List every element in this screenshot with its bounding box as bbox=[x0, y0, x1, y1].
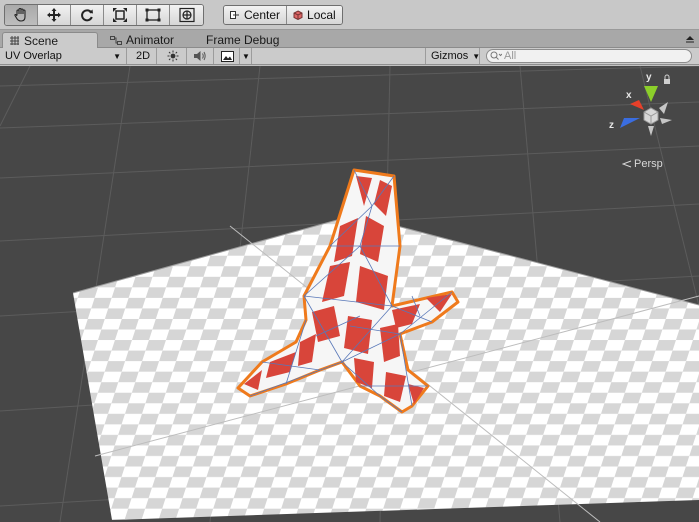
pivot-center-icon bbox=[230, 11, 239, 19]
tab-animator[interactable]: Animator bbox=[104, 32, 180, 48]
projection-toggle[interactable]: Persp bbox=[622, 158, 663, 170]
lighting-toggle[interactable] bbox=[160, 48, 187, 64]
draw-mode-dropdown[interactable]: UV Overlap ▼ bbox=[0, 48, 127, 64]
dropdown-arrow-icon: ▼ bbox=[472, 51, 481, 61]
editor-tab-bar: Scene Animator Frame Debug bbox=[0, 30, 699, 48]
transform-tools bbox=[4, 4, 204, 26]
gizmo-z-label: z bbox=[609, 120, 614, 131]
dropdown-arrow-icon: ▼ bbox=[242, 51, 250, 61]
tab-scene-label: Scene bbox=[24, 33, 59, 48]
gizmo-x-label: x bbox=[626, 90, 632, 101]
gizmo-lock-icon[interactable] bbox=[664, 74, 670, 84]
rotate-tool-button[interactable] bbox=[71, 5, 104, 25]
dropdown-arrow-icon: ▼ bbox=[113, 51, 121, 61]
scale-tool-button[interactable] bbox=[104, 5, 137, 25]
scene-canvas[interactable] bbox=[0, 66, 699, 522]
scene-icon bbox=[10, 36, 19, 45]
gizmos-label: Gizmos bbox=[431, 50, 469, 62]
panel-menu-icon[interactable] bbox=[685, 34, 695, 44]
gizmo-neg-z-cone[interactable] bbox=[660, 118, 672, 124]
pivot-local-button[interactable]: Local bbox=[287, 6, 342, 24]
gizmo-z-cone[interactable] bbox=[620, 118, 640, 128]
scene-search-field[interactable]: All bbox=[486, 49, 692, 63]
tab-frame-debug-label: Frame Debug bbox=[206, 33, 280, 47]
speaker-icon bbox=[194, 51, 206, 61]
tab-animator-label: Animator bbox=[126, 33, 175, 47]
gizmos-dropdown[interactable]: Gizmos ▼ bbox=[425, 48, 480, 64]
image-effects-icon bbox=[221, 50, 234, 62]
animator-icon bbox=[110, 35, 122, 45]
scene-view-bar: UV Overlap ▼ 2D ▼ Gizmos ▼ All bbox=[0, 48, 699, 65]
hand-icon bbox=[14, 7, 26, 22]
scene-viewport[interactable]: y x z Persp bbox=[0, 66, 699, 522]
search-icon bbox=[490, 51, 502, 60]
pivot-toggles: Center Local bbox=[223, 5, 343, 25]
pivot-local-label: Local bbox=[307, 8, 336, 22]
search-placeholder: All bbox=[504, 50, 517, 62]
gizmo-y-label: y bbox=[646, 72, 652, 83]
toggle-2d-label: 2D bbox=[136, 50, 151, 62]
gizmo-y-cone[interactable] bbox=[644, 86, 658, 102]
sun-icon bbox=[167, 50, 179, 62]
local-space-icon bbox=[293, 10, 303, 20]
gizmo-x-cone[interactable] bbox=[630, 100, 644, 110]
move-tool-button[interactable] bbox=[38, 5, 71, 25]
rect-transform-icon bbox=[145, 8, 161, 22]
orientation-gizmo[interactable]: y x z bbox=[606, 70, 696, 140]
draw-mode-label: UV Overlap bbox=[5, 50, 62, 62]
pivot-center-button[interactable]: Center bbox=[224, 6, 288, 24]
gizmo-neg-x-cone[interactable] bbox=[659, 102, 668, 114]
rotate-icon bbox=[81, 9, 93, 22]
move-arrows-icon bbox=[47, 8, 61, 22]
perspective-icon bbox=[622, 160, 632, 168]
main-toolbar: Center Local bbox=[0, 0, 699, 30]
combined-transform-icon bbox=[178, 7, 195, 23]
tab-scene[interactable]: Scene bbox=[2, 32, 98, 48]
tab-frame-debug[interactable]: Frame Debug bbox=[200, 32, 285, 48]
effects-toggle[interactable] bbox=[216, 48, 240, 64]
audio-toggle[interactable] bbox=[187, 48, 214, 64]
rect-tool-button[interactable] bbox=[137, 5, 170, 25]
projection-label: Persp bbox=[634, 158, 663, 170]
hand-tool-button[interactable] bbox=[5, 5, 38, 25]
scale-icon bbox=[113, 8, 127, 22]
pivot-center-label: Center bbox=[244, 8, 281, 22]
transform-tool-button[interactable] bbox=[170, 5, 203, 25]
toggle-2d-button[interactable]: 2D bbox=[131, 48, 157, 64]
gizmo-neg-y-cone[interactable] bbox=[648, 126, 654, 136]
effects-dropdown[interactable]: ▼ bbox=[240, 48, 252, 64]
